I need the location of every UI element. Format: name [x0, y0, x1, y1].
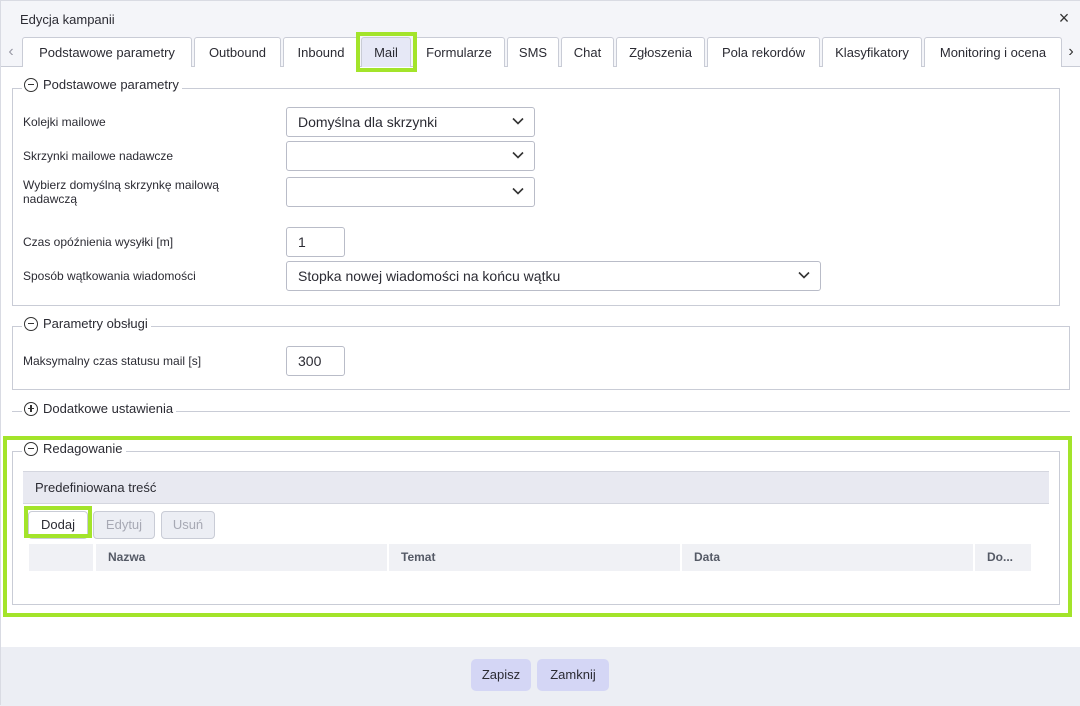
add-button[interactable]: Dodaj — [28, 511, 88, 539]
max-status-input[interactable]: 300 — [286, 346, 345, 376]
editing-title: Redagowanie — [43, 441, 123, 456]
threading-label: Sposób wątkowania wiadomości — [23, 269, 196, 283]
chevron-down-icon — [798, 271, 810, 279]
campaign-edit-dialog: Edycja kampanii × ‹ Podstawowe parametry… — [0, 0, 1080, 706]
tab-sms[interactable]: SMS — [507, 37, 559, 67]
tab-classifiers[interactable]: Klasyfikatory — [822, 37, 922, 67]
column-header-name[interactable]: Nazwa — [96, 544, 387, 571]
default-sender-select[interactable] — [286, 177, 535, 207]
select-column-header[interactable] — [29, 544, 93, 571]
chevron-down-icon — [512, 187, 524, 195]
mail-queues-select[interactable]: Domyślna dla skrzynki — [286, 107, 535, 137]
tab-forms[interactable]: Formularze — [413, 37, 505, 67]
tab-outbound[interactable]: Outbound — [194, 37, 281, 67]
default-sender-label: Wybierz domyślną skrzynkę mailową nadawc… — [23, 178, 219, 206]
tab-inbound[interactable]: Inbound — [283, 37, 359, 67]
tabs-prev-icon[interactable]: ‹ — [4, 43, 18, 61]
tab-content: Podstawowe parametry Kolejki mailowe Dom… — [1, 67, 1080, 647]
collapse-icon[interactable] — [24, 77, 38, 92]
mail-queues-value: Domyślna dla skrzynki — [298, 114, 438, 130]
basic-params-title: Podstawowe parametry — [43, 77, 179, 92]
collapse-icon[interactable] — [24, 316, 38, 331]
send-delay-label: Czas opóźnienia wysyłki [m] — [23, 235, 174, 249]
tab-chat[interactable]: Chat — [561, 37, 614, 67]
handling-title: Parametry obsługi — [43, 316, 148, 331]
tab-mail[interactable]: Mail — [361, 37, 411, 67]
predefined-content-header: Predefiniowana treść — [23, 471, 1049, 504]
sender-mailboxes-label: Skrzynki mailowe nadawcze — [23, 149, 174, 163]
dialog-titlebar: Edycja kampanii × — [1, 1, 1080, 37]
column-header-date[interactable]: Data — [682, 544, 973, 571]
tab-monitoring[interactable]: Monitoring i ocena — [924, 37, 1062, 67]
column-header-subject[interactable]: Temat — [389, 544, 680, 571]
edit-button[interactable]: Edytuj — [93, 511, 155, 539]
dialog-title: Edycja kampanii — [20, 12, 115, 27]
remove-button[interactable]: Usuń — [161, 511, 215, 539]
chevron-down-icon — [512, 151, 524, 159]
mail-queues-label: Kolejki mailowe — [23, 115, 106, 129]
max-status-label: Maksymalny czas statusu mail [s] — [23, 354, 202, 368]
collapse-icon[interactable] — [24, 441, 38, 456]
close-button[interactable]: Zamknij — [537, 659, 609, 691]
additional-title: Dodatkowe ustawienia — [43, 401, 174, 416]
save-button[interactable]: Zapisz — [471, 659, 531, 691]
threading-value: Stopka nowej wiadomości na końcu wątku — [298, 268, 561, 284]
editing-legend[interactable]: Redagowanie — [22, 441, 126, 456]
basic-params-legend[interactable]: Podstawowe parametry — [22, 77, 182, 92]
additional-legend[interactable]: Dodatkowe ustawienia — [22, 401, 177, 416]
tab-basic-params[interactable]: Podstawowe parametry — [22, 37, 192, 67]
dialog-footer: Zapisz Zamknij — [1, 647, 1080, 706]
sender-mailboxes-select[interactable] — [286, 141, 535, 171]
close-icon[interactable]: × — [1056, 9, 1072, 27]
tabs-next-icon[interactable]: › — [1064, 43, 1078, 61]
threading-select[interactable]: Stopka nowej wiadomości na końcu wątku — [286, 261, 821, 291]
column-header-to[interactable]: Do... — [975, 544, 1031, 571]
tab-strip: ‹ Podstawowe parametry Outbound Inbound … — [1, 37, 1080, 67]
handling-legend[interactable]: Parametry obsługi — [22, 316, 151, 331]
tab-tickets[interactable]: Zgłoszenia — [616, 37, 705, 67]
send-delay-input[interactable]: 1 — [286, 227, 345, 257]
tab-record-fields[interactable]: Pola rekordów — [707, 37, 820, 67]
expand-icon[interactable] — [24, 401, 38, 416]
chevron-down-icon — [512, 117, 524, 125]
